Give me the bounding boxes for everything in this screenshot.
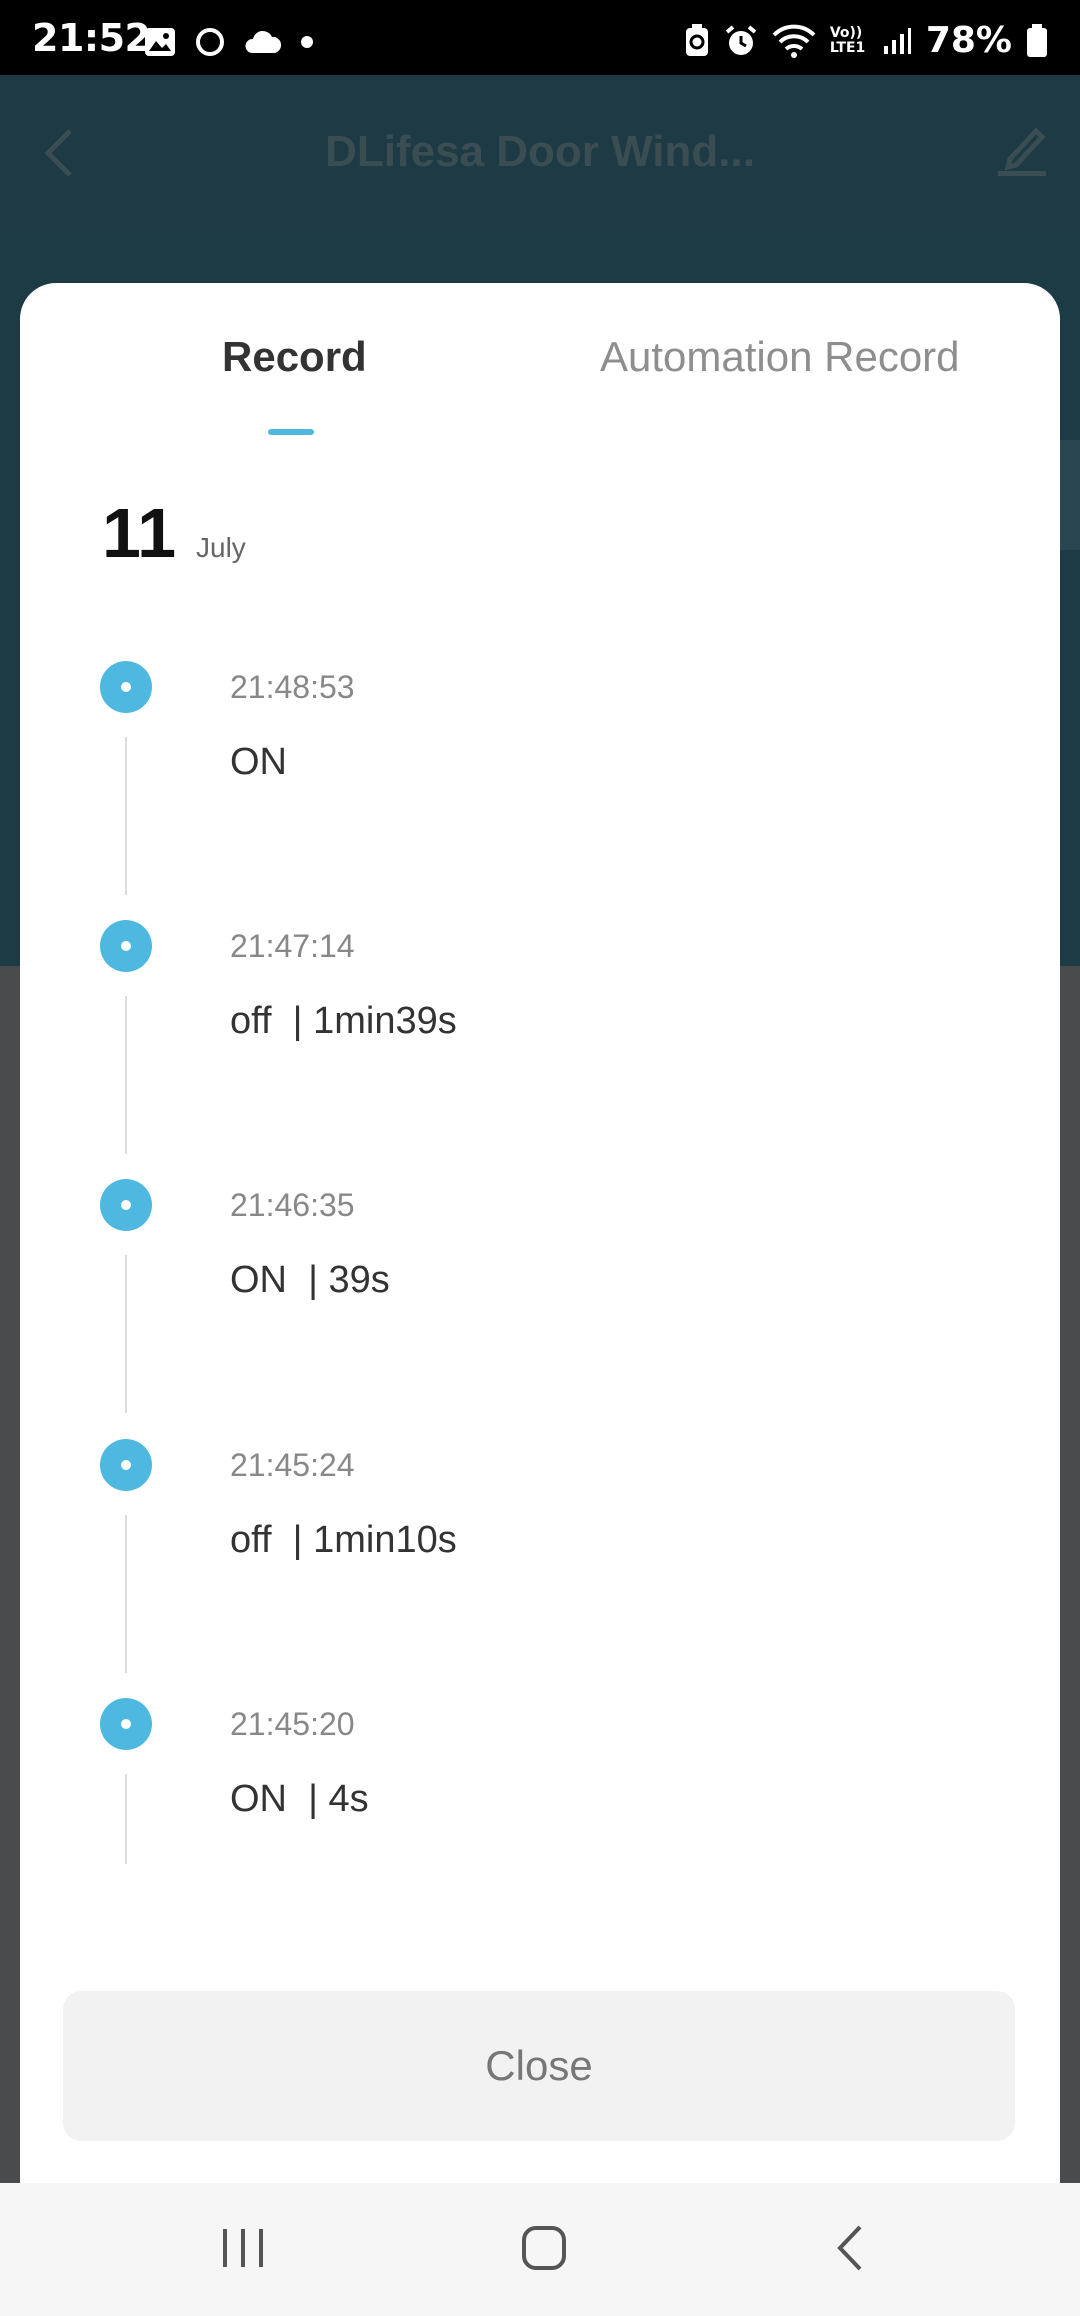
home-icon[interactable] [520, 2223, 570, 2273]
date-header: 11 July [102, 493, 246, 573]
timeline-event: 21:48:53 ON [20, 661, 1060, 920]
event-time: 21:46:35 [230, 1187, 355, 1223]
close-button[interactable]: Close [63, 1991, 1015, 2141]
timeline-dot-icon [100, 1179, 152, 1231]
timeline-dot-icon [100, 1698, 152, 1750]
sync-circle-icon [196, 28, 224, 56]
status-bar: 21:52 Vo)) LTE1 78% [0, 0, 1080, 75]
event-state: ON | 4s [230, 1778, 369, 1820]
app-bar: DLifesa Door Wind... [0, 75, 1080, 230]
recent-apps-icon[interactable] [218, 2223, 268, 2273]
status-time: 21:52 [32, 16, 151, 60]
date-month: July [196, 532, 246, 563]
event-state: ON | 39s [230, 1259, 390, 1301]
timeline-event: 21:46:35 ON | 39s [20, 1179, 1060, 1438]
device-title: DLifesa Door Wind... [325, 127, 755, 176]
network-label: Vo)) LTE1 [829, 24, 866, 56]
event-state: ON [230, 741, 287, 783]
timeline-connector [125, 1255, 127, 1413]
wifi-icon [772, 24, 816, 58]
timeline-connector [125, 737, 127, 895]
timeline-event: 21:47:14 off | 1min39s [20, 920, 1060, 1179]
cloud-icon [245, 30, 282, 53]
tab-bar: Record Automation Record [20, 283, 1060, 443]
event-time: 21:47:14 [230, 928, 355, 964]
event-time: 21:48:53 [230, 669, 355, 705]
tab-record[interactable]: Record [222, 333, 367, 381]
timeline-event: 21:45:24 off | 1min10s [20, 1439, 1060, 1698]
battery-icon [1027, 23, 1047, 57]
date-day: 11 [102, 494, 176, 572]
signal-icon [883, 27, 911, 54]
record-sheet: Record Automation Record 11 July 21:48:5… [20, 283, 1060, 2183]
battery-percent: 78% [925, 20, 1012, 61]
back-nav-icon[interactable] [830, 2223, 870, 2273]
timeline-connector [125, 1515, 127, 1673]
event-state: off | 1min10s [230, 1519, 457, 1561]
timeline-dot-icon [100, 1439, 152, 1491]
battery-saver-icon [685, 23, 708, 56]
notification-dot-icon [301, 36, 313, 48]
timeline-dot-icon [100, 920, 152, 972]
timeline-connector [125, 996, 127, 1154]
gallery-icon [145, 28, 175, 56]
edit-icon[interactable] [996, 121, 1048, 177]
system-nav-bar [0, 2183, 1080, 2316]
timeline-dot-icon [100, 661, 152, 713]
timeline-event: 21:45:20 ON | 4s [20, 1698, 1060, 1957]
tab-active-indicator [268, 429, 314, 435]
event-time: 21:45:20 [230, 1706, 355, 1742]
event-state: off | 1min39s [230, 1000, 457, 1042]
tab-automation-record[interactable]: Automation Record [600, 333, 960, 381]
timeline-connector [125, 1774, 127, 1864]
event-time: 21:45:24 [230, 1447, 355, 1483]
alarm-icon [725, 24, 757, 55]
